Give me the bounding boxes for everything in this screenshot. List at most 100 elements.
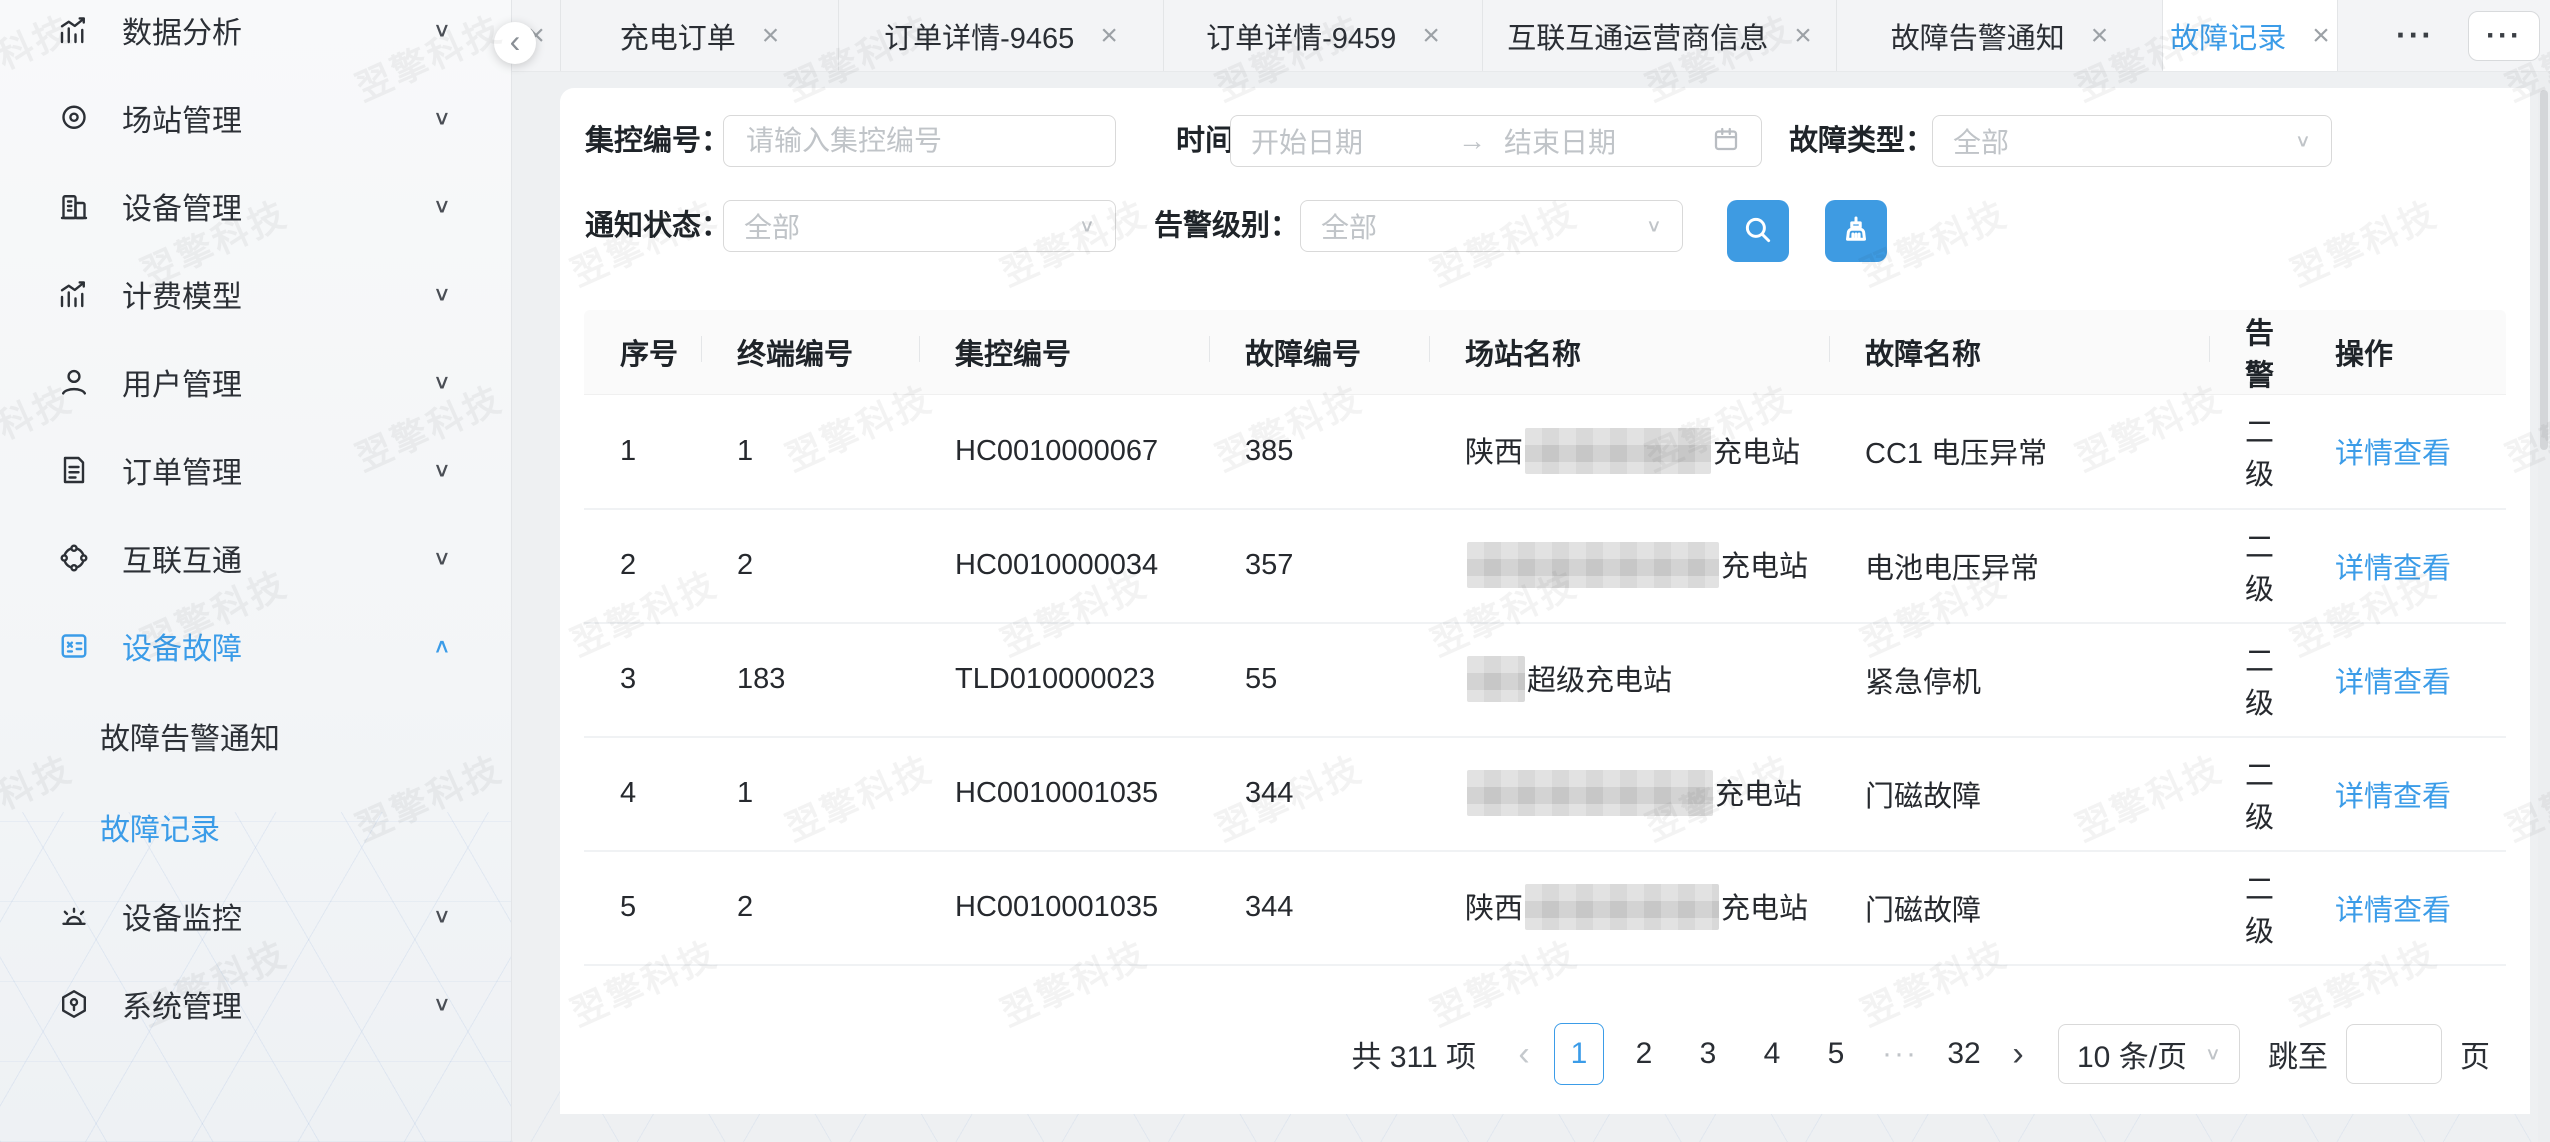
cell-level: 二级 [2209, 509, 2299, 623]
view-detail-link[interactable]: 详情查看 [2335, 667, 2451, 699]
hub-filter-label: 集控编号： [585, 115, 730, 167]
view-detail-link[interactable]: 详情查看 [2335, 895, 2451, 927]
cell-fault-name: 门磁故障 [1829, 737, 2209, 851]
cell-terminal: 2 [701, 509, 919, 623]
cell-station: 充电站 [1429, 737, 1829, 851]
next-page-button[interactable]: › [1996, 1035, 2040, 1074]
page-number-1[interactable]: 1 [1554, 1023, 1604, 1085]
alarm-level-select[interactable]: 全部 ∨ [1300, 200, 1683, 252]
fault-records-table: 序号 终端编号 集控编号 故障编号 场站名称 故障名称 告警 操作 1 1 HC… [584, 310, 2506, 966]
sidebar-menu: 数据分析 ∨ 场站管理 ∨ 设备管理 ∨ 计费模型 ∨ 用户管理 ∨ 订单管理 … [0, 0, 511, 1048]
search-button[interactable] [1727, 200, 1789, 262]
sidebar-item-label: 用户管理 [122, 360, 242, 404]
sidebar-item-order-mgmt[interactable]: 订单管理 ∨ [0, 426, 511, 514]
cell-action: 详情查看 [2299, 623, 2506, 737]
fault-type-select[interactable]: 全部 ∨ [1932, 115, 2332, 167]
header-action: 操作 [2299, 310, 2506, 395]
sidebar-item-label: 计费模型 [122, 272, 242, 316]
cell-fault-name: CC1 电压异常 [1829, 395, 2209, 509]
view-detail-link[interactable]: 详情查看 [2335, 438, 2451, 470]
cell-level: 二级 [2209, 623, 2299, 737]
tab-label: 互联互通运营商信息 [1507, 15, 1768, 57]
page-number-2[interactable]: 2 [1620, 1023, 1668, 1085]
document-icon [56, 451, 94, 489]
cell-hub: HC0010001035 [919, 737, 1209, 851]
page-number-3[interactable]: 3 [1684, 1023, 1732, 1085]
sidebar-subitem-fault-records[interactable]: 故障记录 [0, 781, 511, 872]
sidebar-item-billing-model[interactable]: 计费模型 ∨ [0, 250, 511, 338]
close-icon[interactable]: × [2091, 19, 2109, 53]
cell-seq: 5 [584, 851, 701, 965]
cell-action: 详情查看 [2299, 509, 2506, 623]
notify-status-select[interactable]: 全部 ∨ [723, 200, 1116, 252]
tab-fault-alarm-notice[interactable]: 故障告警通知 × [1837, 0, 2163, 71]
close-icon[interactable]: × [1794, 19, 1812, 53]
clear-button[interactable] [1825, 200, 1887, 262]
redacted-block [1525, 428, 1711, 474]
cell-terminal: 1 [701, 395, 919, 509]
hub-input[interactable] [723, 115, 1116, 167]
sidebar-item-label: 订单管理 [122, 448, 242, 492]
sidebar-item-data-analysis[interactable]: 数据分析 ∨ [0, 0, 511, 74]
sidebar-item-station-mgmt[interactable]: 场站管理 ∨ [0, 74, 511, 162]
scrollbar[interactable] [2538, 72, 2550, 1142]
tab-label: 故障告警通知 [1891, 15, 2065, 57]
view-detail-link[interactable]: 详情查看 [2335, 781, 2451, 813]
station-icon [56, 99, 94, 137]
start-date-placeholder[interactable]: 开始日期 [1251, 121, 1458, 161]
cell-fault-no: 55 [1209, 623, 1429, 737]
end-date-placeholder[interactable]: 结束日期 [1504, 121, 1711, 161]
page-size-select[interactable]: 10 条/页 ∨ [2058, 1024, 2240, 1084]
cell-fault-name: 电池电压异常 [1829, 509, 2209, 623]
more-tabs-icon[interactable]: ··· [2396, 17, 2434, 54]
chevron-down-icon: ∨ [433, 992, 451, 1016]
date-range-picker[interactable]: 开始日期 → 结束日期 [1230, 115, 1762, 167]
chevron-down-icon: ∨ [2295, 131, 2311, 152]
range-arrow-icon: → [1458, 125, 1486, 157]
sidebar-collapse-button[interactable]: ‹ [494, 22, 536, 64]
sidebar-item-device-fault[interactable]: 设备故障 ∧ [0, 602, 511, 690]
tab-actions-button[interactable]: ··· [2468, 11, 2540, 61]
close-icon[interactable]: × [762, 19, 780, 53]
redacted-block [1467, 770, 1713, 816]
tab-order-detail-9459[interactable]: 订单详情-9459 × [1164, 0, 1483, 71]
alarm-level-filter-label: 告警级别： [1154, 200, 1299, 252]
sidebar-item-device-mgmt[interactable]: 设备管理 ∨ [0, 162, 511, 250]
sidebar-item-label: 设备监控 [122, 894, 242, 938]
table-header-row: 序号 终端编号 集控编号 故障编号 场站名称 故障名称 告警 操作 [584, 310, 2506, 395]
alarm-icon [56, 897, 94, 935]
sidebar-item-device-monitor[interactable]: 设备监控 ∨ [0, 872, 511, 960]
page-number-5[interactable]: 5 [1812, 1023, 1860, 1085]
table-row: 4 1 HC0010001035 344 充电站 门磁故障 二级 详情查看 [584, 737, 2506, 851]
tab-charging-orders[interactable]: 充电订单 × [561, 0, 839, 71]
chevron-left-icon: ‹ [510, 25, 521, 57]
chevron-down-icon: ∨ [433, 458, 451, 482]
sidebar-item-user-mgmt[interactable]: 用户管理 ∨ [0, 338, 511, 426]
jump-page-input[interactable] [2346, 1024, 2442, 1084]
view-detail-link[interactable]: 详情查看 [2335, 553, 2451, 585]
sidebar: 数据分析 ∨ 场站管理 ∨ 设备管理 ∨ 计费模型 ∨ 用户管理 ∨ 订单管理 … [0, 0, 512, 1142]
close-icon[interactable]: × [1100, 19, 1118, 53]
close-icon[interactable]: × [1422, 19, 1440, 53]
tab-order-detail-9465[interactable]: 订单详情-9465 × [839, 0, 1164, 71]
cell-station: 陕西充电站 [1429, 851, 1829, 965]
scrollbar-thumb[interactable] [2540, 90, 2548, 450]
sidebar-item-interconnect[interactable]: 互联互通 ∨ [0, 514, 511, 602]
prev-page-button[interactable]: ‹ [1502, 1035, 1546, 1074]
chevron-down-icon: ∨ [1079, 216, 1095, 237]
tab-interconnect-operator-info[interactable]: 互联互通运营商信息 × [1483, 0, 1837, 71]
close-icon[interactable]: × [2312, 19, 2330, 53]
chevron-down-icon: ∨ [2205, 1044, 2221, 1065]
cell-level: 二级 [2209, 851, 2299, 965]
sidebar-item-system-mgmt[interactable]: 系统管理 ∨ [0, 960, 511, 1048]
tab-label: 订单详情-9465 [884, 15, 1074, 57]
header-hub: 集控编号 [919, 310, 1209, 395]
page-number-4[interactable]: 4 [1748, 1023, 1796, 1085]
cell-level: 二级 [2209, 395, 2299, 509]
tab-bar-spacer [2338, 0, 2396, 71]
sidebar-subitem-fault-alarm-notice[interactable]: 故障告警通知 [0, 690, 511, 781]
page-number-32[interactable]: 32 [1940, 1023, 1988, 1085]
tab-fault-records[interactable]: 故障记录 × [2163, 0, 2338, 71]
tab-label: 订单详情-9459 [1206, 15, 1396, 57]
page-ellipsis-icon[interactable]: ··· [1876, 1037, 1924, 1071]
